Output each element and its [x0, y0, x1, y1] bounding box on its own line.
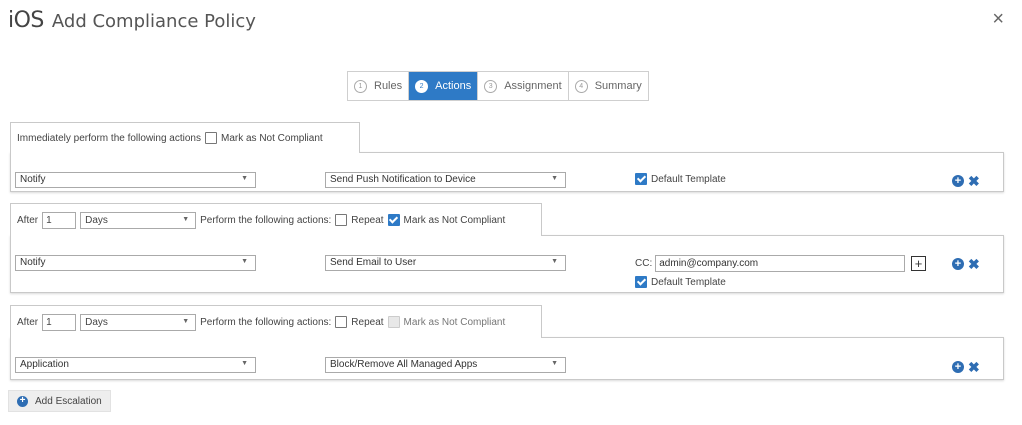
plus-circle-icon: + [17, 395, 28, 407]
step-number: 2 [415, 79, 429, 93]
immediate-actions-panel: Notify ▼ Send Push Notification to Devic… [10, 152, 1004, 192]
row-actions: + ✖ [952, 257, 980, 271]
cc-field: CC: admin@company.com [635, 255, 906, 272]
close-icon[interactable]: × [992, 9, 1004, 29]
perform-label: Perform the following actions: [200, 316, 332, 328]
step-number: 3 [484, 79, 498, 93]
default-template-checkbox[interactable] [635, 173, 647, 185]
add-action-icon[interactable]: + [952, 175, 964, 187]
mark-not-compliant-checkbox[interactable] [387, 214, 400, 226]
action-value: Send Email to User [330, 257, 417, 268]
default-template-option: Default Template [635, 173, 726, 185]
immediate-actions-label: Immediately perform the following action… [17, 132, 201, 144]
escalation-2-panel: Application ▼ Block/Remove All Managed A… [10, 337, 1004, 380]
escalation-1-tab: After 1 Days ▼ Perform the following act… [10, 203, 542, 236]
add-action-icon[interactable]: + [952, 361, 964, 373]
mark-not-compliant-checkbox[interactable] [204, 132, 217, 144]
cc-label: CC: [635, 258, 653, 269]
step-actions[interactable]: 2 Actions [409, 72, 479, 100]
chevron-down-icon: ▼ [551, 360, 558, 367]
step-summary[interactable]: 4 Summary [568, 72, 648, 100]
step-label: Actions [435, 80, 472, 92]
step-label: Summary [594, 80, 642, 92]
after-input[interactable]: 1 [42, 211, 77, 229]
chevron-down-icon: ▼ [551, 258, 558, 265]
action-type-value: Application [20, 359, 69, 370]
after-input[interactable]: 1 [42, 313, 77, 331]
add-cc-icon[interactable]: + [911, 256, 926, 271]
action-value: Send Push Notification to Device [330, 174, 476, 185]
unit-select[interactable]: Days ▼ [80, 211, 197, 229]
cc-input[interactable]: admin@company.com [655, 255, 906, 272]
step-label: Rules [374, 80, 403, 92]
add-escalation-label: Add Escalation [35, 395, 102, 407]
row-actions: + ✖ [952, 360, 980, 374]
immediate-actions-tab: Immediately perform the following action… [10, 122, 360, 153]
action-select[interactable]: Block/Remove All Managed Apps ▼ [325, 357, 566, 373]
dialog-header: iOS Add Compliance Policy [8, 8, 256, 38]
remove-action-icon[interactable]: ✖ [968, 257, 980, 271]
perform-label: Perform the following actions: [200, 214, 332, 226]
step-label: Assignment [504, 80, 562, 92]
action-type-value: Notify [20, 174, 46, 185]
remove-action-icon[interactable]: ✖ [968, 174, 980, 188]
after-label: After [17, 214, 39, 226]
step-number: 1 [354, 79, 367, 93]
action-type-select[interactable]: Application ▼ [15, 357, 256, 373]
repeat-label: Repeat [351, 316, 384, 328]
mark-not-compliant-label: Mark as Not Compliant [403, 316, 506, 328]
action-select[interactable]: Send Push Notification to Device ▼ [325, 172, 566, 188]
default-template-option: Default Template [635, 276, 726, 288]
action-value: Block/Remove All Managed Apps [330, 359, 478, 370]
action-select[interactable]: Send Email to User ▼ [325, 255, 566, 271]
platform-label: iOS [8, 8, 44, 33]
chevron-down-icon: ▼ [182, 215, 190, 223]
default-template-checkbox[interactable] [635, 276, 647, 288]
chevron-down-icon: ▼ [241, 360, 248, 367]
wizard-steps: 1 Rules 2 Actions 3 Assignment 4 Summary [347, 71, 649, 101]
step-number: 4 [574, 79, 588, 93]
dialog-title: Add Compliance Policy [51, 11, 256, 32]
chevron-down-icon: ▼ [182, 317, 190, 325]
add-escalation-button[interactable]: + Add Escalation [8, 390, 111, 412]
row-actions: + ✖ [952, 174, 980, 188]
repeat-checkbox[interactable] [335, 214, 348, 226]
unit-select[interactable]: Days ▼ [80, 313, 197, 331]
chevron-down-icon: ▼ [551, 175, 558, 182]
unit-value: Days [85, 214, 108, 226]
mark-not-compliant-label: Mark as Not Compliant [220, 132, 323, 144]
step-assignment[interactable]: 3 Assignment [478, 72, 569, 100]
step-rules[interactable]: 1 Rules [348, 72, 410, 100]
default-template-label: Default Template [651, 173, 726, 185]
action-type-select[interactable]: Notify ▼ [15, 255, 256, 271]
action-type-value: Notify [20, 257, 46, 268]
repeat-checkbox[interactable] [335, 316, 348, 328]
repeat-label: Repeat [351, 214, 384, 226]
add-action-icon[interactable]: + [952, 258, 964, 270]
chevron-down-icon: ▼ [241, 175, 248, 182]
unit-value: Days [85, 316, 108, 328]
escalation-1-panel: Notify ▼ Send Email to User ▼ CC: admin@… [10, 235, 1004, 293]
mark-not-compliant-checkbox[interactable] [387, 316, 400, 328]
mark-not-compliant-label: Mark as Not Compliant [403, 214, 506, 226]
after-label: After [17, 316, 39, 328]
chevron-down-icon: ▼ [241, 258, 248, 265]
remove-action-icon[interactable]: ✖ [968, 360, 980, 374]
default-template-label: Default Template [651, 276, 726, 288]
action-type-select[interactable]: Notify ▼ [15, 172, 256, 188]
escalation-2-tab: After 1 Days ▼ Perform the following act… [10, 305, 542, 338]
